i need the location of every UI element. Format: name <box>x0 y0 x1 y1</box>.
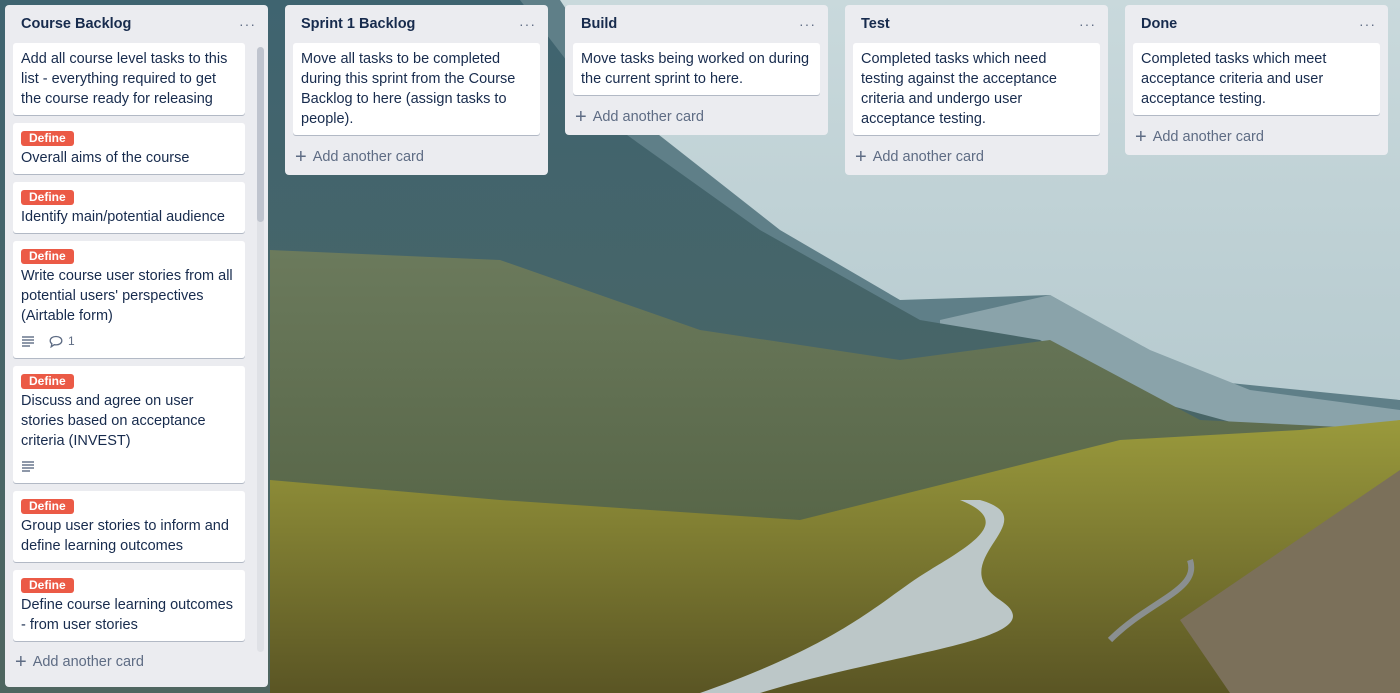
list-header: Sprint 1 Backlog ··· <box>285 5 548 43</box>
card-title: Overall aims of the course <box>21 150 190 166</box>
card[interactable]: Completed tasks which meet acceptance cr… <box>1133 43 1380 115</box>
card[interactable]: Define Write course user stories from al… <box>13 241 245 358</box>
card-title: Write course user stories from all poten… <box>21 268 233 324</box>
label-define[interactable]: Define <box>21 190 74 205</box>
list-title[interactable]: Build <box>581 16 617 32</box>
label-define[interactable]: Define <box>21 499 74 514</box>
label-define[interactable]: Define <box>21 578 74 593</box>
list-menu-icon[interactable]: ··· <box>235 17 260 31</box>
list-scrollbar[interactable] <box>257 47 264 652</box>
list-menu-icon[interactable]: ··· <box>1355 17 1380 31</box>
card-title: Completed tasks which need testing again… <box>861 51 1057 127</box>
card[interactable]: Define Identify main/potential audience <box>13 182 245 233</box>
card-title: Add all course level tasks to this list … <box>21 51 228 107</box>
list-menu-icon[interactable]: ··· <box>1075 17 1100 31</box>
card-title: Group user stories to inform and define … <box>21 518 229 554</box>
plus-icon: + <box>15 651 27 673</box>
card[interactable]: Define Discuss and agree on user stories… <box>13 366 245 483</box>
label-define[interactable]: Define <box>21 374 74 389</box>
list-build: Build ··· Move tasks being worked on dur… <box>565 5 828 135</box>
add-card-button[interactable]: + Add another card <box>1125 123 1388 155</box>
add-card-button[interactable]: + Add another card <box>285 143 548 175</box>
add-card-button[interactable]: + Add another card <box>565 103 828 135</box>
list-done: Done ··· Completed tasks which meet acce… <box>1125 5 1388 155</box>
description-badge <box>21 460 35 472</box>
card-title: Define course learning outcomes - from u… <box>21 597 233 633</box>
list-title[interactable]: Course Backlog <box>21 16 131 32</box>
card[interactable]: Define Define course learning outcomes -… <box>13 570 245 641</box>
comment-icon <box>49 335 63 348</box>
plus-icon: + <box>1135 126 1147 148</box>
scrollbar-thumb[interactable] <box>257 47 264 222</box>
list-header: Test ··· <box>845 5 1108 43</box>
list-header: Done ··· <box>1125 5 1388 43</box>
plus-icon: + <box>575 106 587 128</box>
comments-badge: 1 <box>49 334 75 348</box>
card-list: Move all tasks to be completed during th… <box>285 43 548 135</box>
label-define[interactable]: Define <box>21 131 74 146</box>
add-card-label: Add another card <box>872 149 984 165</box>
card-badges: 1 <box>21 330 237 352</box>
comment-count: 1 <box>68 334 75 348</box>
card[interactable]: Define Group user stories to inform and … <box>13 491 245 562</box>
add-card-label: Add another card <box>1152 129 1264 145</box>
list-test: Test ··· Completed tasks which need test… <box>845 5 1108 175</box>
plus-icon: + <box>855 146 867 168</box>
list-course-backlog: Course Backlog ··· Add all course level … <box>5 5 268 687</box>
description-icon <box>22 336 34 347</box>
card[interactable]: Move all tasks to be completed during th… <box>293 43 540 135</box>
card-title: Move tasks being worked on during the cu… <box>581 51 810 87</box>
card[interactable]: Define Overall aims of the course <box>13 123 245 174</box>
list-title[interactable]: Test <box>861 16 890 32</box>
card-title: Identify main/potential audience <box>21 209 225 225</box>
card[interactable]: Completed tasks which need testing again… <box>853 43 1100 135</box>
card[interactable]: Move tasks being worked on during the cu… <box>573 43 820 95</box>
card-title: Move all tasks to be completed during th… <box>301 51 516 127</box>
add-card-label: Add another card <box>32 654 144 670</box>
label-define[interactable]: Define <box>21 249 74 264</box>
card-title: Discuss and agree on user stories based … <box>21 393 206 449</box>
card-title: Completed tasks which meet acceptance cr… <box>1141 51 1327 107</box>
list-sprint-1-backlog: Sprint 1 Backlog ··· Move all tasks to b… <box>285 5 548 175</box>
card[interactable]: Add all course level tasks to this list … <box>13 43 245 115</box>
description-badge <box>21 335 35 347</box>
add-card-button[interactable]: + Add another card <box>5 648 268 680</box>
add-card-button[interactable]: + Add another card <box>845 143 1108 175</box>
add-card-label: Add another card <box>312 149 424 165</box>
list-title[interactable]: Sprint 1 Backlog <box>301 16 415 32</box>
plus-icon: + <box>295 146 307 168</box>
add-card-label: Add another card <box>592 109 704 125</box>
board: Course Backlog ··· Add all course level … <box>0 0 1400 693</box>
list-menu-icon[interactable]: ··· <box>795 17 820 31</box>
card-list: Completed tasks which need testing again… <box>845 43 1108 135</box>
list-menu-icon[interactable]: ··· <box>515 17 540 31</box>
description-icon <box>22 461 34 472</box>
card-list: Completed tasks which meet acceptance cr… <box>1125 43 1388 115</box>
list-header: Build ··· <box>565 5 828 43</box>
card-list: Add all course level tasks to this list … <box>5 43 268 648</box>
card-list: Move tasks being worked on during the cu… <box>565 43 828 95</box>
list-title[interactable]: Done <box>1141 16 1177 32</box>
list-header: Course Backlog ··· <box>5 5 268 43</box>
card-badges <box>21 455 237 477</box>
